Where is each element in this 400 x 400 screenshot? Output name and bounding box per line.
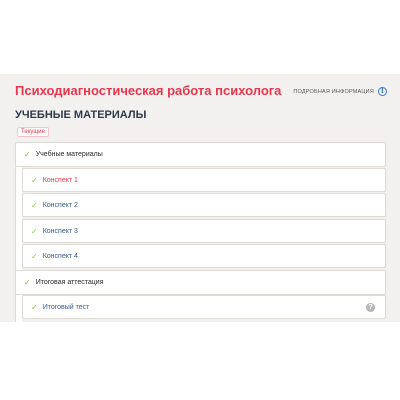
lesson-row[interactable]: ✓ Конспект 1 (22, 168, 386, 192)
more-info-label: ПОДРОБНАЯ ИНФОРМАЦИЯ (293, 88, 374, 95)
module-label: Итоговая аттестация (35, 279, 104, 286)
group-rail (15, 167, 22, 271)
info-icon: i (378, 87, 387, 96)
group-rail (15, 294, 22, 322)
check-icon: ✓ (24, 150, 31, 159)
check-icon: ✓ (31, 175, 38, 185)
module-label: Учебные материалы (35, 151, 103, 158)
lesson-label: Конспект 1 (42, 176, 78, 184)
lesson-row[interactable]: ✓ Конспект 3 (22, 219, 386, 243)
check-icon: ✓ (31, 251, 38, 261)
check-icon: ✓ (31, 226, 38, 236)
lesson-row[interactable]: ✓ Конспект 2 (22, 193, 386, 217)
module-row-final-assessment[interactable]: ✓ Итоговая аттестация (15, 270, 386, 295)
module-row-study-materials[interactable]: ✓ Учебные материалы (15, 142, 386, 167)
check-icon: ✓ (31, 302, 38, 312)
current-badge[interactable]: Текущие (17, 127, 49, 137)
more-info-link[interactable]: ПОДРОБНАЯ ИНФОРМАЦИЯ i (293, 87, 387, 96)
section-heading: УЧЕБНЫЕ МАТЕРИАЛЫ (15, 109, 147, 121)
check-icon: ✓ (31, 200, 38, 210)
lesson-label: Итоговый тест (42, 303, 90, 311)
course-title: Психодиагностическая работа психолога (15, 83, 282, 98)
lesson-label: Конспект 3 (42, 227, 78, 235)
lesson-row-final-test[interactable]: ✓ Итоговый тест ? (22, 295, 386, 319)
lesson-label: Конспект 4 (42, 252, 78, 260)
course-page: Психодиагностическая работа психолога ПО… (0, 74, 400, 322)
check-icon: ✓ (24, 278, 31, 287)
lesson-label: Конспект 2 (42, 201, 78, 209)
lesson-row[interactable]: ✓ Конспект 4 (22, 244, 386, 268)
help-icon[interactable]: ? (366, 303, 375, 312)
